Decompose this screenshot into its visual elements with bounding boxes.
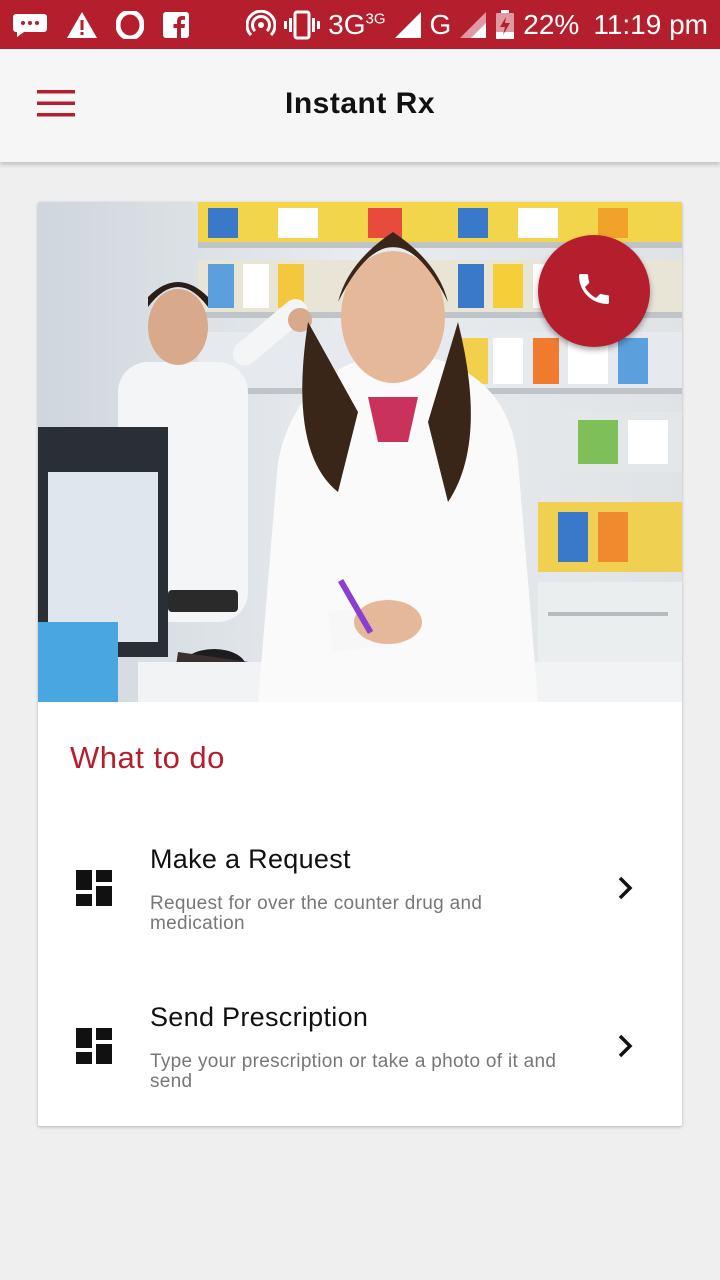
clock: 11:19 pm <box>593 8 708 40</box>
chevron-right-icon <box>614 1030 638 1062</box>
app-bar: Instant Rx <box>0 49 720 162</box>
dashboard-icon <box>76 870 112 906</box>
vibrate-icon <box>284 10 321 40</box>
what-to-do-card: What to do Make a Request Request for ov… <box>38 202 682 1126</box>
battery-charging-icon <box>495 9 515 40</box>
app-title: Instant Rx <box>284 87 436 120</box>
opera-icon <box>116 10 144 39</box>
item-description: Request for over the counter drug and me… <box>150 893 483 934</box>
network-type-label: 3G3G <box>328 8 386 40</box>
item-title: Send Prescription <box>150 1002 369 1032</box>
send-prescription-item[interactable]: Send Prescription Type your prescription… <box>38 990 682 1120</box>
section-title: What to do <box>70 740 225 775</box>
dashboard-icon <box>76 1028 112 1064</box>
signal2-icon <box>459 11 487 39</box>
battery-percent: 22% <box>523 8 580 40</box>
call-button[interactable] <box>538 235 650 347</box>
network2-label: G <box>429 8 452 40</box>
phone-icon <box>574 269 614 314</box>
chevron-right-icon <box>614 872 638 904</box>
hotspot-icon <box>246 9 277 40</box>
messages-icon <box>12 12 48 38</box>
item-title: Make a Request <box>150 844 351 874</box>
status-bar: 3G3G G 22% 11:19 pm <box>0 0 720 49</box>
item-description: Type your prescription or take a photo o… <box>150 1051 557 1092</box>
facebook-icon <box>162 11 190 39</box>
make-request-item[interactable]: Make a Request Request for over the coun… <box>38 832 682 962</box>
signal-icon <box>394 11 422 39</box>
warning-icon <box>66 11 98 39</box>
